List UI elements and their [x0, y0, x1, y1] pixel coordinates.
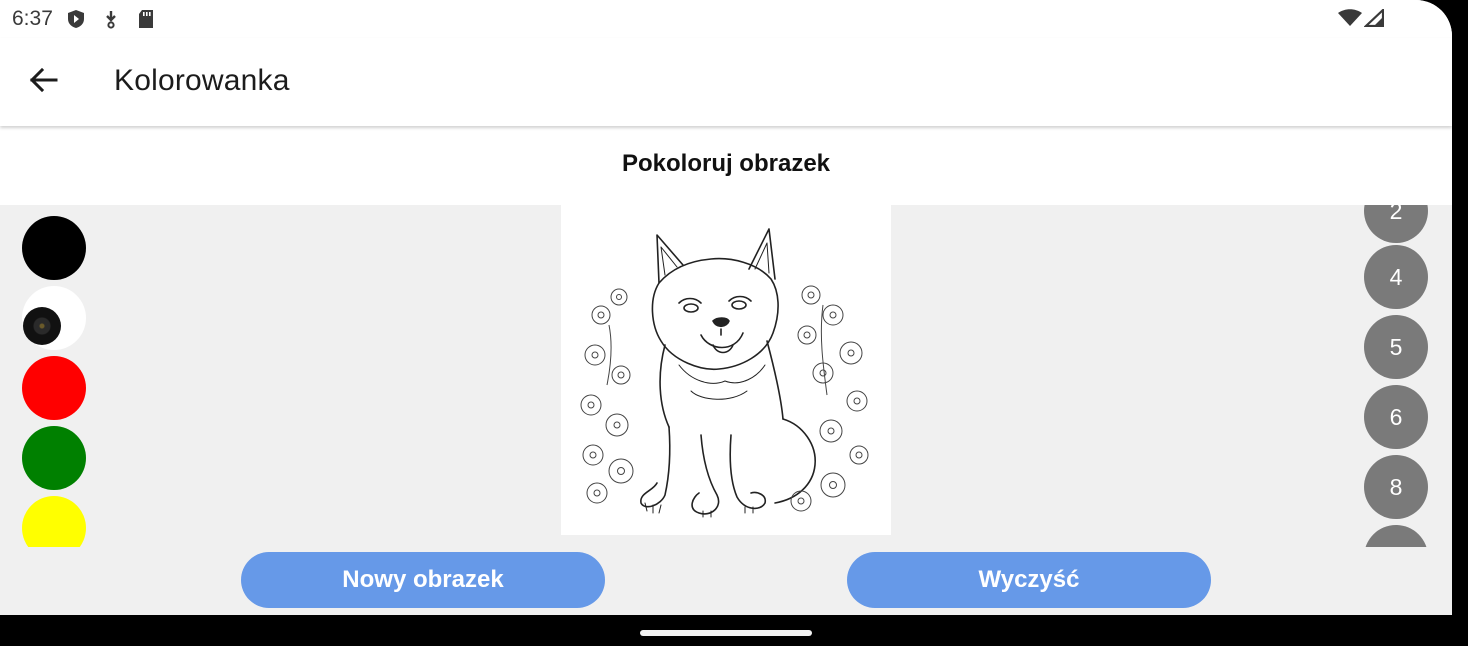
arrow-back-icon — [24, 67, 64, 104]
brush-size-button[interactable]: 2 — [1364, 205, 1428, 243]
camera-cutout — [23, 307, 61, 345]
color-swatch-red[interactable] — [22, 356, 86, 420]
back-button[interactable] — [24, 60, 64, 100]
color-palette[interactable] — [22, 205, 88, 547]
navigation-bar — [0, 615, 1452, 646]
color-swatch-green[interactable] — [22, 426, 86, 490]
color-swatch-yellow[interactable] — [22, 496, 86, 547]
brush-size-button[interactable] — [1364, 525, 1428, 547]
dog-line-art-image — [580, 228, 869, 518]
brush-size-button[interactable]: 5 — [1364, 315, 1428, 379]
wifi-icon — [1338, 9, 1362, 32]
download-icon — [102, 9, 120, 34]
brush-size-button[interactable]: 8 — [1364, 455, 1428, 519]
clear-button[interactable]: Wyczyść — [847, 552, 1211, 608]
page-subtitle: Pokoloruj obrazek — [621, 150, 831, 177]
app-title: Kolorowanka — [114, 64, 290, 97]
app-bar: Kolorowanka — [0, 38, 1452, 126]
coloring-canvas[interactable] — [561, 205, 891, 535]
cellular-icon — [1363, 7, 1385, 32]
status-bar: 6:37 — [0, 0, 1452, 38]
play-protect-icon — [66, 9, 86, 34]
brush-size-list[interactable]: 2 4 5 6 8 — [1364, 205, 1430, 547]
status-time: 6:37 — [12, 7, 53, 30]
sd-card-icon — [137, 9, 155, 34]
new-image-button[interactable]: Nowy obrazek — [241, 552, 605, 608]
device-screen: 6:37 Kolorowanka Pokoloruj obrazek 2 4 5… — [0, 0, 1452, 646]
brush-size-button[interactable]: 4 — [1364, 245, 1428, 309]
coloring-workspace: 2 4 5 6 8 Nowy obrazek Wyczyść — [0, 205, 1452, 615]
home-gesture-handle[interactable] — [640, 630, 812, 636]
color-swatch-black[interactable] — [22, 216, 86, 280]
brush-size-button[interactable]: 6 — [1364, 385, 1428, 449]
